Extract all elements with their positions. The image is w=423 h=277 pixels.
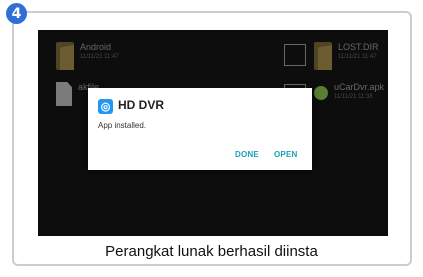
step-number-badge: 4 bbox=[6, 3, 27, 24]
caption-text: Perangkat lunak berhasil diinsta bbox=[105, 243, 318, 260]
dialog-title: HD DVR bbox=[118, 98, 165, 112]
open-button[interactable]: OPEN bbox=[274, 150, 297, 159]
device-screen: Android 11/11/21 11:47 LOST.DIR 11/11/21… bbox=[38, 30, 388, 236]
app-installed-dialog: ◎ HD DVR App installed. DONE OPEN bbox=[88, 88, 312, 170]
dialog-message: App installed. bbox=[98, 121, 147, 130]
app-icon: ◎ bbox=[98, 99, 113, 114]
done-button[interactable]: DONE bbox=[235, 150, 259, 159]
